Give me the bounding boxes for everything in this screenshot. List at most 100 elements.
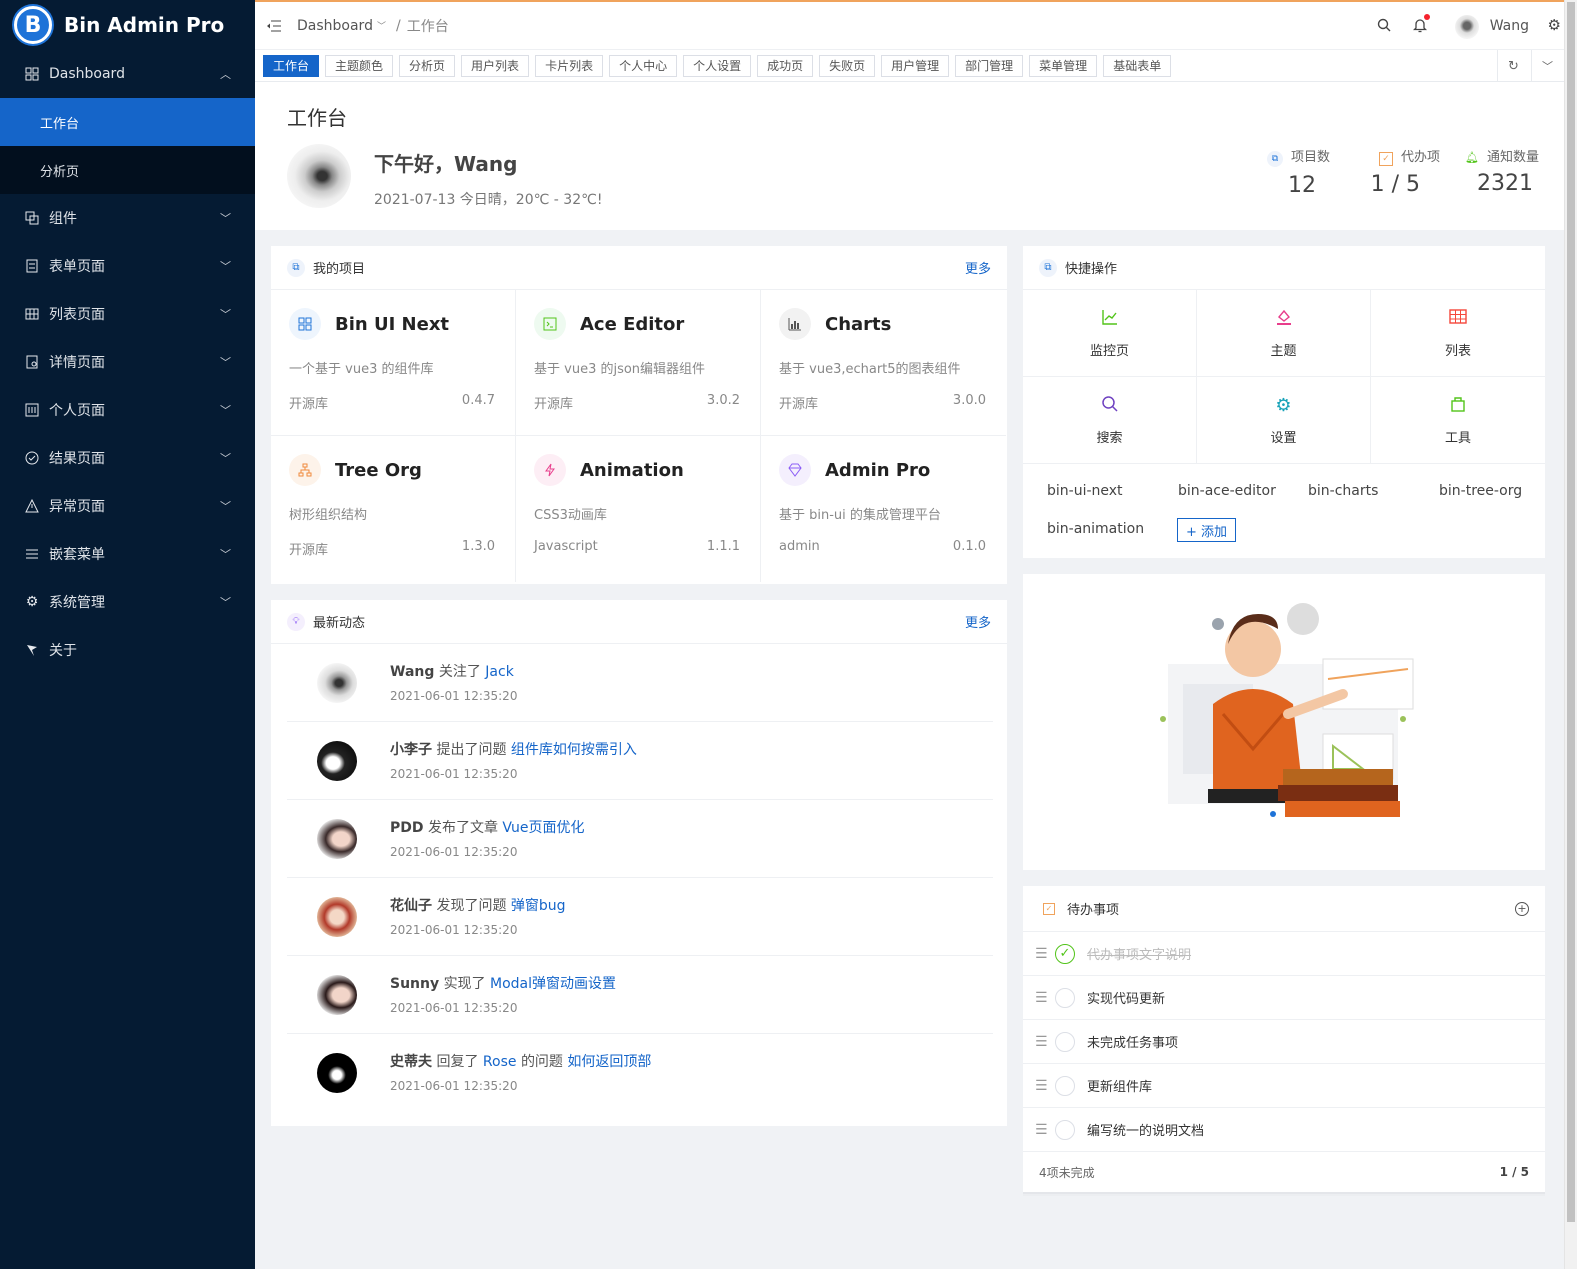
- tab-menu-management[interactable]: 菜单管理: [1029, 54, 1098, 77]
- avatar[interactable]: [317, 897, 357, 937]
- search-icon[interactable]: [1377, 18, 1391, 36]
- sidebar-subitem-analysis[interactable]: 分析页: [0, 146, 255, 194]
- tab-personal-center[interactable]: 个人中心: [609, 54, 678, 77]
- tab-user-management[interactable]: 用户管理: [881, 54, 950, 77]
- quick-action-tools[interactable]: 工具: [1371, 377, 1545, 464]
- bell-icon[interactable]: [1412, 14, 1430, 37]
- todo-checkbox[interactable]: [1055, 1031, 1075, 1052]
- feed-target[interactable]: 弹窗bug: [511, 898, 566, 914]
- quick-link[interactable]: bin-ui-next: [1047, 483, 1123, 499]
- sidebar-item-profile[interactable]: 个人页面 ﹀: [0, 386, 255, 434]
- drag-handle-icon[interactable]: ☰: [1035, 990, 1055, 1006]
- scrollbar[interactable]: [1564, 0, 1577, 1269]
- feed-target[interactable]: Rose: [483, 1054, 517, 1070]
- todo-checkbox[interactable]: [1055, 1119, 1075, 1140]
- todo-checkbox[interactable]: [1055, 987, 1075, 1008]
- avatar[interactable]: [317, 975, 357, 1015]
- drag-handle-icon[interactable]: ☰: [1035, 1078, 1055, 1094]
- breadcrumb-root[interactable]: Dashboard: [297, 18, 373, 34]
- detail-icon: [24, 354, 40, 370]
- tab-personal-settings[interactable]: 个人设置: [683, 54, 752, 77]
- tab-basic-form[interactable]: 基础表单: [1103, 54, 1172, 77]
- project-name: Bin UI Next: [335, 313, 450, 335]
- avatar[interactable]: [317, 819, 357, 859]
- sidebar-item-dashboard[interactable]: Dashboard ︿: [0, 50, 255, 98]
- feed-user[interactable]: Sunny: [390, 976, 439, 992]
- avatar[interactable]: [317, 663, 357, 703]
- sidebar-item-details[interactable]: 详情页面 ﹀: [0, 338, 255, 386]
- feed-user[interactable]: 花仙子: [390, 898, 432, 914]
- feed-user[interactable]: Wang: [390, 664, 434, 680]
- sidebar-item-forms[interactable]: 表单页面 ﹀: [0, 242, 255, 290]
- project-card[interactable]: Ace Editor 基于 vue3 的json编辑器组件 开源库 3.0.2: [516, 290, 761, 436]
- project-card[interactable]: Admin Pro 基于 bin-ui 的集成管理平台 admin 0.1.0: [761, 436, 1006, 582]
- feed-target[interactable]: 组件库如何按需引入: [511, 742, 637, 758]
- card-header: ✓ 待办事项 +: [1023, 886, 1545, 932]
- sidebar-item-system[interactable]: ⚙ 系统管理 ﹀: [0, 578, 255, 626]
- feed-target-secondary[interactable]: 如何返回顶部: [567, 1054, 651, 1070]
- quick-action-theme[interactable]: 主题: [1197, 290, 1371, 377]
- card-title: 快捷操作: [1065, 262, 1118, 277]
- add-link-button[interactable]: + 添加: [1177, 518, 1237, 542]
- feed-user[interactable]: PDD: [390, 820, 424, 836]
- tab-theme-color[interactable]: 主题颜色: [325, 54, 394, 77]
- feed-target[interactable]: Modal弹窗动画设置: [490, 976, 616, 992]
- drag-handle-icon[interactable]: ☰: [1035, 1034, 1055, 1050]
- checkbox-icon: ✓: [1378, 152, 1393, 166]
- tab-department[interactable]: 部门管理: [955, 54, 1024, 77]
- gear-icon[interactable]: ⚙: [1548, 16, 1561, 34]
- project-card[interactable]: Tree Org 树形组织结构 开源库 1.3.0: [271, 436, 516, 582]
- project-card[interactable]: Bin UI Next 一个基于 vue3 的组件库 开源库 0.4.7: [271, 290, 516, 436]
- card-title: 待办事项: [1067, 903, 1120, 918]
- quick-link[interactable]: bin-tree-org: [1439, 483, 1522, 499]
- sidebar-subitem-workbench[interactable]: 工作台: [0, 98, 255, 146]
- tab-card-list[interactable]: 卡片列表: [535, 54, 604, 77]
- scrollbar-thumb[interactable]: [1567, 2, 1575, 1222]
- feed-target[interactable]: Vue页面优化: [502, 820, 584, 836]
- more-link[interactable]: 更多: [965, 612, 991, 631]
- sidebar-item-exceptions[interactable]: 异常页面 ﹀: [0, 482, 255, 530]
- quick-link[interactable]: bin-charts: [1308, 483, 1378, 499]
- gear-icon: ⚙: [1275, 394, 1292, 416]
- logo[interactable]: B Bin Admin Pro: [0, 0, 255, 50]
- tab-success[interactable]: 成功页: [757, 54, 814, 77]
- sidebar-item-nested[interactable]: 嵌套菜单 ﹀: [0, 530, 255, 578]
- quick-action-monitor[interactable]: 监控页: [1023, 290, 1197, 377]
- quick-link[interactable]: bin-ace-editor: [1178, 483, 1276, 499]
- todo-checkbox[interactable]: ✓: [1055, 943, 1075, 964]
- drag-handle-icon[interactable]: ☰: [1035, 946, 1055, 962]
- feed-item: 小李子 提出了问题 组件库如何按需引入 2021-06-01 12:35:20: [287, 722, 993, 800]
- todo-text: 实现代码更新: [1087, 992, 1166, 1007]
- quick-action-settings[interactable]: ⚙ 设置: [1197, 377, 1371, 464]
- feed-target[interactable]: Jack: [485, 664, 514, 680]
- drag-handle-icon[interactable]: ☰: [1035, 1122, 1055, 1138]
- tab-analysis[interactable]: 分析页: [399, 54, 456, 77]
- feed-action: 关注了: [438, 664, 481, 680]
- add-circle-icon[interactable]: +: [1515, 901, 1529, 916]
- project-card[interactable]: Animation CSS3动画库 Javascript 1.1.1: [516, 436, 761, 582]
- menu-fold-icon[interactable]: [267, 20, 283, 32]
- refresh-icon[interactable]: ↻: [1497, 50, 1529, 82]
- sidebar-item-about[interactable]: 关于: [0, 626, 255, 674]
- feed-user[interactable]: 史蒂夫: [390, 1054, 432, 1070]
- sidebar-item-results[interactable]: 结果页面 ﹀: [0, 434, 255, 482]
- more-link[interactable]: 更多: [965, 258, 991, 277]
- chevron-down-icon[interactable]: ﹀: [1531, 50, 1563, 82]
- quick-action-search[interactable]: 搜索: [1023, 377, 1197, 464]
- quick-link[interactable]: bin-animation: [1047, 521, 1144, 537]
- stat-notifications: 🔔︎ 通知数量 2321: [1439, 146, 1539, 196]
- sidebar-item-components[interactable]: 组件 ﹀: [0, 194, 255, 242]
- project-card[interactable]: Charts 基于 vue3,echart5的图表组件 开源库 3.0.0: [761, 290, 1006, 436]
- sidebar-item-lists[interactable]: 列表页面 ﹀: [0, 290, 255, 338]
- tab-user-list[interactable]: 用户列表: [461, 54, 530, 77]
- quick-action-label: 列表: [1444, 343, 1471, 359]
- todo-checkbox[interactable]: [1055, 1075, 1075, 1096]
- avatar[interactable]: [317, 741, 357, 781]
- feed-user[interactable]: 小李子: [390, 742, 432, 758]
- quick-action-list[interactable]: 列表: [1371, 290, 1545, 377]
- username[interactable]: Wang: [1490, 18, 1529, 34]
- avatar[interactable]: [1455, 15, 1479, 39]
- tab-workbench[interactable]: 工作台: [263, 54, 320, 77]
- avatar[interactable]: [317, 1053, 357, 1093]
- tab-fail[interactable]: 失败页: [819, 54, 876, 77]
